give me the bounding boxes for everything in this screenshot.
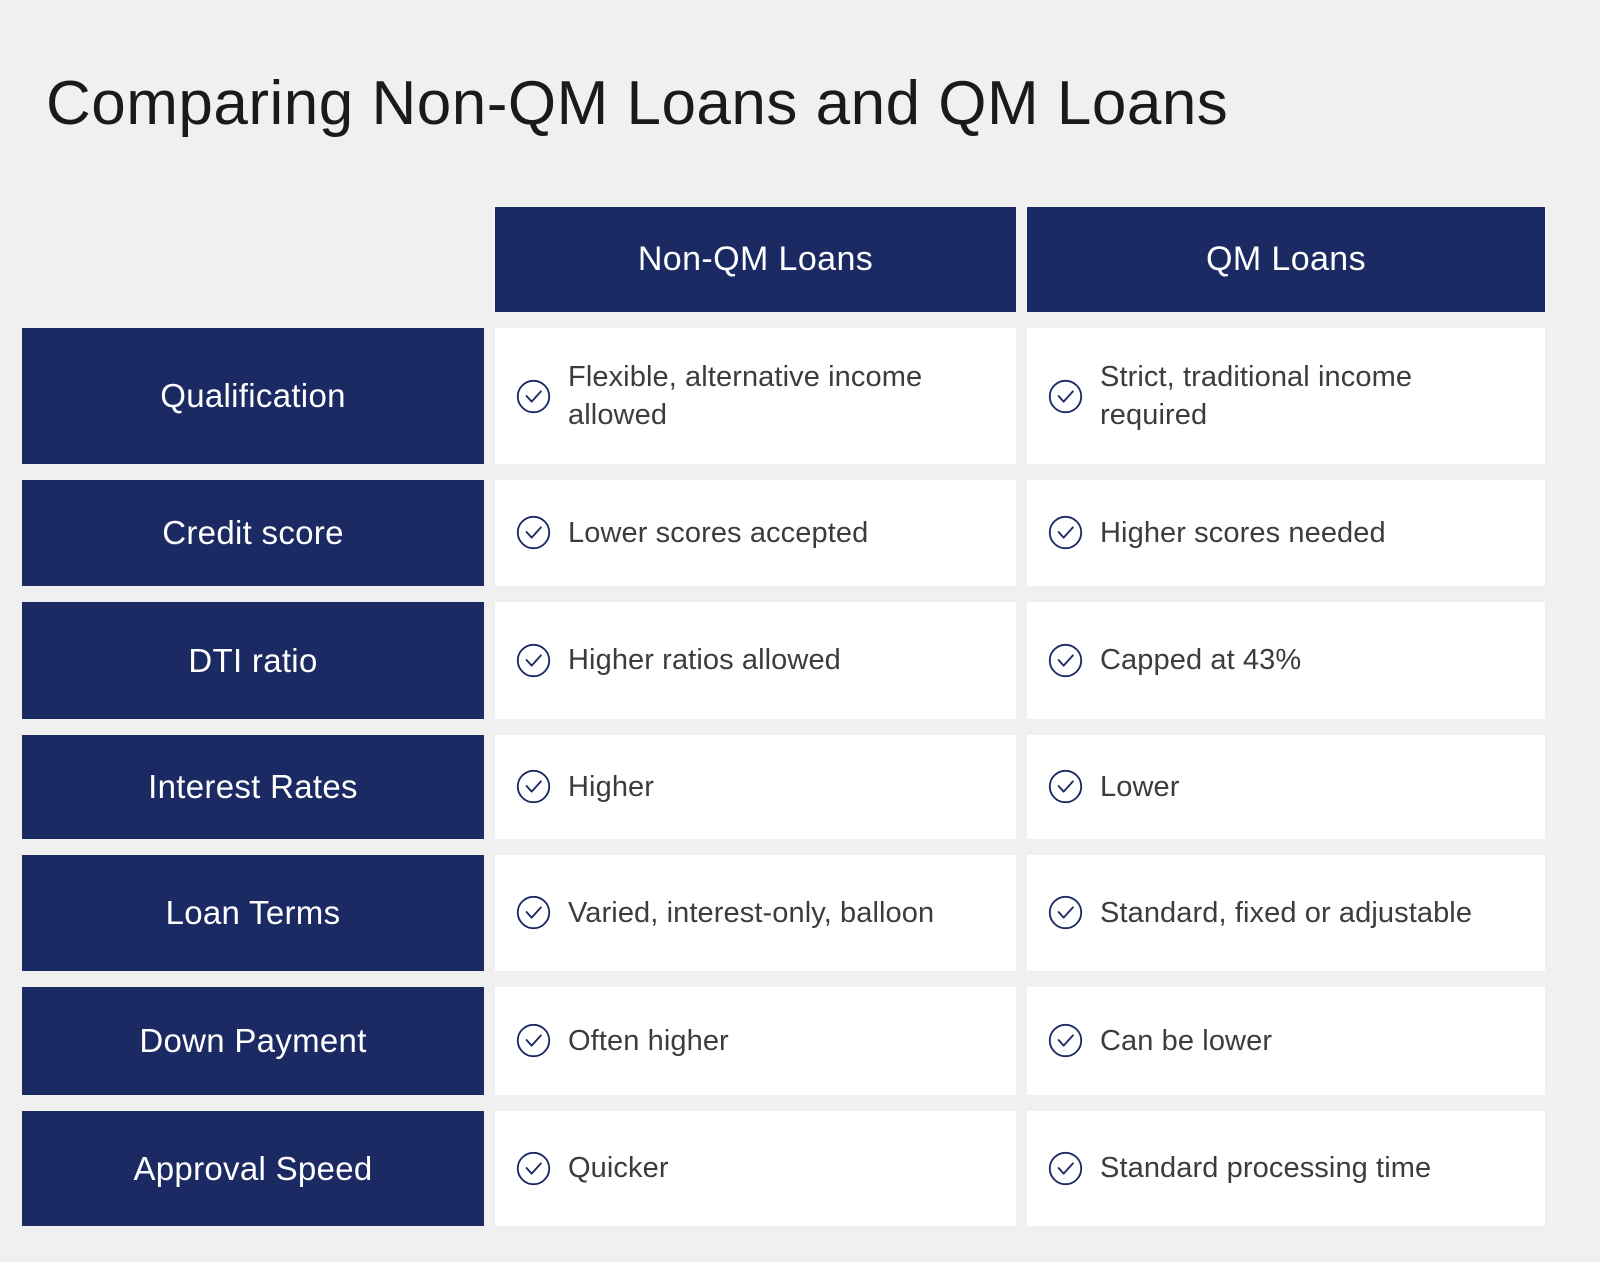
check-circle-icon <box>1048 896 1083 930</box>
check-circle-icon <box>516 770 551 804</box>
check-circle-icon <box>1048 1024 1083 1058</box>
row-label-1: Credit score <box>22 480 484 586</box>
cell-content: Quicker <box>515 1149 998 1187</box>
cell-content: Strict, traditional income required <box>1047 358 1527 435</box>
column-header-qm: QM Loans <box>1027 207 1545 312</box>
cell-text: Quicker <box>568 1152 669 1185</box>
row-label-text: DTI ratio <box>188 641 318 679</box>
cell-text: Higher scores needed <box>1100 516 1386 549</box>
check-circle-icon <box>516 1151 551 1186</box>
cell-text: Strict, traditional income required <box>1100 360 1413 431</box>
check-circle-icon <box>1048 770 1083 804</box>
table-corner-spacer <box>22 207 484 312</box>
row-label-text: Approval Speed <box>133 1149 373 1187</box>
row-label-text: Interest Rates <box>148 768 358 806</box>
column-header-label: QM Loans <box>1205 240 1367 278</box>
cell-content: Varied, interest-only, balloon <box>515 894 998 932</box>
comparison-table: Non-QM Loans QM Loans Qualification Flexi… <box>22 207 1545 1226</box>
cell-content: Can be lower <box>1047 1022 1527 1060</box>
cell-non-qm-6: Quicker <box>495 1111 1016 1226</box>
cell-content: Higher ratios allowed <box>515 641 998 679</box>
cell-non-qm-4: Varied, interest-only, balloon <box>495 855 1016 971</box>
check-circle-icon <box>516 643 551 678</box>
cell-non-qm-2: Higher ratios allowed <box>495 602 1016 719</box>
cell-text: Flexible, alternative income allowed <box>568 360 923 431</box>
cell-content: Often higher <box>515 1022 998 1060</box>
cell-text: Standard, fixed or adjustable <box>1100 896 1473 929</box>
cell-content: Flexible, alternative income allowed <box>515 358 998 435</box>
cell-qm-1: Higher scores needed <box>1027 480 1545 586</box>
check-circle-icon <box>516 1024 551 1058</box>
column-header-label: Non-QM Loans <box>637 240 874 278</box>
cell-qm-0: Strict, traditional income required <box>1027 328 1545 464</box>
cell-content: Standard, fixed or adjustable <box>1047 894 1527 932</box>
cell-content: Higher <box>515 768 998 806</box>
row-label-5: Down Payment <box>22 987 484 1095</box>
cell-content: Standard processing time <box>1047 1149 1527 1187</box>
check-circle-icon <box>516 516 551 550</box>
cell-non-qm-0: Flexible, alternative income allowed <box>495 328 1016 464</box>
row-label-text: Credit score <box>162 514 344 552</box>
cell-text: Higher ratios allowed <box>568 644 841 677</box>
check-circle-icon <box>1048 516 1083 550</box>
check-circle-icon <box>1048 1151 1083 1186</box>
cell-text: Standard processing time <box>1100 1152 1432 1185</box>
check-circle-icon <box>1048 643 1083 678</box>
check-circle-icon <box>516 896 551 930</box>
cell-content: Higher scores needed <box>1047 514 1527 552</box>
row-label-6: Approval Speed <box>22 1111 484 1226</box>
cell-text: Can be lower <box>1100 1024 1273 1057</box>
row-label-text: Qualification <box>160 377 346 415</box>
cell-qm-4: Standard, fixed or adjustable <box>1027 855 1545 971</box>
column-header-non-qm: Non-QM Loans <box>495 207 1016 312</box>
row-label-4: Loan Terms <box>22 855 484 971</box>
row-label-text: Loan Terms <box>165 894 341 932</box>
cell-non-qm-5: Often higher <box>495 987 1016 1095</box>
cell-text: Varied, interest-only, balloon <box>568 896 935 929</box>
cell-qm-6: Standard processing time <box>1027 1111 1545 1226</box>
cell-content: Capped at 43% <box>1047 641 1527 679</box>
cell-non-qm-3: Higher <box>495 735 1016 839</box>
cell-qm-2: Capped at 43% <box>1027 602 1545 719</box>
page-title: Comparing Non-QM Loans and QM Loans <box>46 69 1229 138</box>
row-label-3: Interest Rates <box>22 735 484 839</box>
cell-qm-5: Can be lower <box>1027 987 1545 1095</box>
infographic-page: Comparing Non-QM Loans and QM Loans Non-… <box>0 0 1600 1262</box>
row-label-text: Down Payment <box>139 1022 367 1060</box>
cell-non-qm-1: Lower scores accepted <box>495 480 1016 586</box>
cell-text: Lower scores accepted <box>568 516 869 549</box>
row-label-2: DTI ratio <box>22 602 484 719</box>
check-circle-icon <box>516 379 551 413</box>
cell-content: Lower scores accepted <box>515 514 998 552</box>
cell-qm-3: Lower <box>1027 735 1545 839</box>
cell-text: Often higher <box>568 1024 729 1057</box>
cell-content: Lower <box>1047 768 1527 806</box>
cell-text: Higher <box>568 770 655 803</box>
cell-text: Capped at 43% <box>1100 644 1302 677</box>
cell-text: Lower <box>1100 770 1180 803</box>
check-circle-icon <box>1048 379 1083 413</box>
row-label-0: Qualification <box>22 328 484 464</box>
